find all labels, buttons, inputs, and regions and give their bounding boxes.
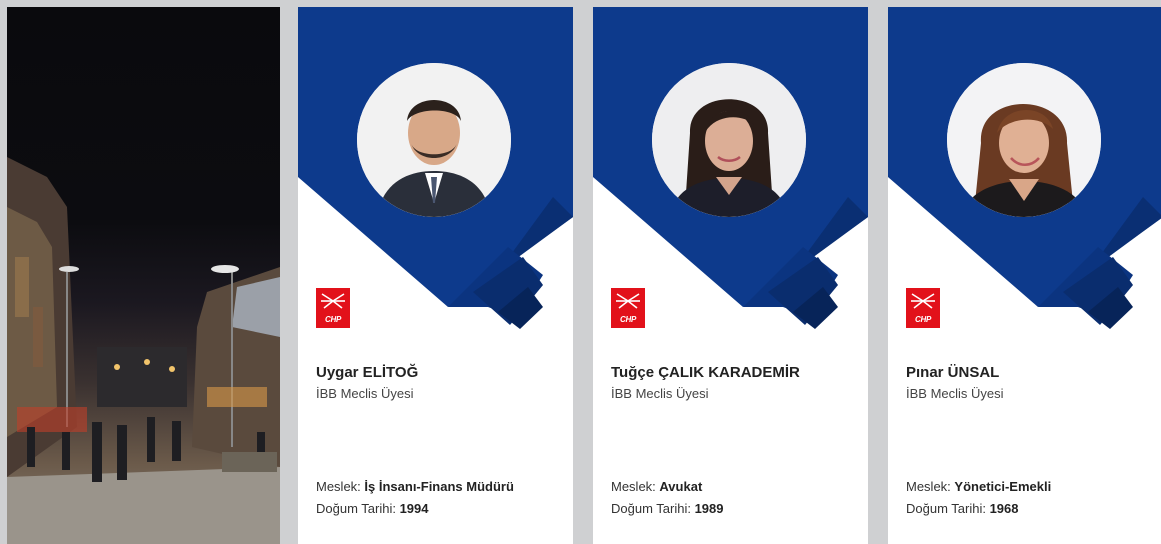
member-occupation: Meslek: Yönetici-Emekli xyxy=(906,479,1052,494)
member-role: İBB Meclis Üyesi xyxy=(316,386,414,401)
member-occupation: Meslek: İş İnsanı-Finans Müdürü xyxy=(316,479,514,494)
chp-logo: CHP xyxy=(316,288,350,328)
street-photo xyxy=(7,7,280,544)
member-card[interactable]: CHP Uygar ELİTOĞ İBB Meclis Üyesi Meslek… xyxy=(298,7,573,544)
chp-logo-text: CHP xyxy=(325,315,341,324)
member-role: İBB Meclis Üyesi xyxy=(906,386,1004,401)
chp-logo-text: CHP xyxy=(620,315,636,324)
six-arrows-icon xyxy=(321,293,345,309)
member-portrait xyxy=(947,63,1101,217)
member-name: Pınar ÜNSAL xyxy=(906,364,1000,381)
member-birth-year: Doğum Tarihi: 1994 xyxy=(316,501,429,516)
member-portrait xyxy=(357,63,511,217)
member-name: Uygar ELİTOĞ xyxy=(316,364,419,381)
six-arrows-icon xyxy=(616,293,640,309)
six-arrows-icon xyxy=(911,293,935,309)
member-birth-year: Doğum Tarihi: 1968 xyxy=(906,501,1019,516)
member-card[interactable]: CHP Tuğçe ÇALIK KARADEMİR İBB Meclis Üye… xyxy=(593,7,868,544)
member-birth-year: Doğum Tarihi: 1989 xyxy=(611,501,724,516)
member-card[interactable]: CHP Pınar ÜNSAL İBB Meclis Üyesi Meslek:… xyxy=(888,7,1161,544)
member-name: Tuğçe ÇALIK KARADEMİR xyxy=(611,364,800,381)
chp-logo-text: CHP xyxy=(915,315,931,324)
member-portrait xyxy=(652,63,806,217)
chp-logo: CHP xyxy=(906,288,940,328)
member-role: İBB Meclis Üyesi xyxy=(611,386,709,401)
member-occupation: Meslek: Avukat xyxy=(611,479,703,494)
chp-logo: CHP xyxy=(611,288,645,328)
